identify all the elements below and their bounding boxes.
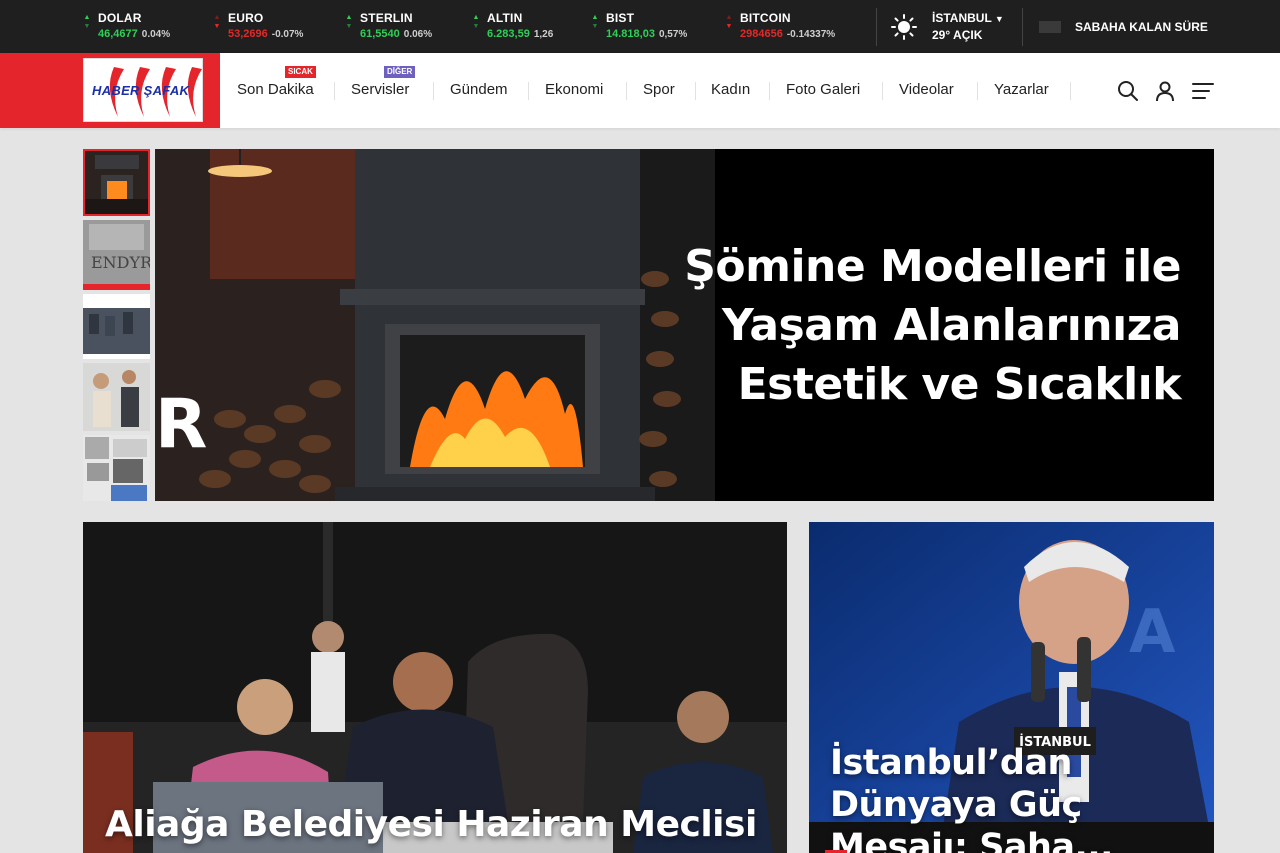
weather-widget[interactable]: İSTANBUL ▼ 29° AÇIK (876, 8, 1004, 46)
ticker-value: 46,4677 0.04% (98, 28, 171, 40)
nav-divider (769, 82, 770, 100)
nav-badge-sicak: SICAK (285, 66, 316, 78)
slider-thumb-interior[interactable] (83, 435, 150, 501)
weather-temperature: 29° AÇIK (932, 28, 983, 42)
trend-arrows-icon: ▲ ▼ (725, 14, 733, 30)
ticker-name: DOLAR (98, 11, 142, 25)
nav-item-foto-galeri[interactable]: Foto Galeri (786, 81, 860, 98)
site-header: HABER ŞAFAK SICAK Son Dakika DİĞER Servi… (0, 53, 1280, 128)
svg-text:A: A (1129, 597, 1176, 667)
ticker-value: 2984656 -0.14337% (740, 28, 836, 40)
logo-area: HABER ŞAFAK (0, 53, 220, 128)
nav-divider (882, 82, 883, 100)
featured-title[interactable]: Şömine Modelleri ile Yaşam Alanlarınıza … (621, 237, 1181, 414)
nav-item-gundem[interactable]: Gündem (450, 81, 508, 98)
site-logo[interactable]: HABER ŞAFAK (83, 58, 203, 122)
news-card-title[interactable]: İstanbul’dan Dünyaya Güç Mesajı: Saha... (830, 742, 1210, 853)
nav-item-yazarlar[interactable]: Yazarlar (994, 81, 1049, 98)
weather-city-select[interactable]: İSTANBUL ▼ (932, 11, 1004, 25)
news-card-title[interactable]: Aliağa Belediyesi Haziran Meclisi (105, 804, 757, 845)
nav-badge-diger: DİĞER (384, 66, 416, 78)
ticker-name: STERLIN (360, 11, 413, 25)
countdown-image (1039, 21, 1061, 33)
trend-arrows-icon: ▲ ▼ (83, 14, 91, 30)
nav-divider (695, 82, 696, 100)
nav-item-videolar[interactable]: Videolar (899, 81, 954, 98)
chevron-down-icon: ▼ (994, 14, 1004, 24)
sun-icon (891, 14, 917, 40)
nav-divider (1070, 82, 1071, 100)
nav-divider (977, 82, 978, 100)
search-icon[interactable] (1116, 79, 1140, 103)
slider-thumbnails: ENDYR (83, 149, 150, 501)
nav-divider (334, 82, 335, 100)
trend-arrows-icon: ▲ ▼ (345, 14, 353, 30)
slider-thumb-fireplace[interactable] (83, 149, 150, 216)
ticker-value: 61,5540 0.06% (360, 28, 433, 40)
countdown-label: SABAHA KALAN SÜRE (1075, 20, 1208, 34)
ticker-name: ALTIN (487, 11, 523, 25)
trend-arrows-icon: ▲ ▼ (472, 14, 480, 30)
ticker-name: BITCOIN (740, 11, 791, 25)
slider-thumb-news[interactable]: ENDYR (83, 220, 150, 290)
trend-arrows-icon: ▲ ▼ (591, 14, 599, 30)
ticker-name: EURO (228, 11, 264, 25)
featured-slide[interactable]: R Şömine Modelleri ile Yaşam Alanlarınız… (155, 149, 1214, 501)
svg-text:R: R (155, 385, 207, 464)
nav-item-son-dakika[interactable]: Son Dakika (237, 81, 314, 98)
logo-text: HABER ŞAFAK (92, 83, 190, 98)
user-icon[interactable] (1153, 79, 1177, 103)
slider-thumb-business[interactable] (83, 363, 150, 431)
ticker-name: BIST (606, 11, 635, 25)
nav-divider (626, 82, 627, 100)
nav-divider (528, 82, 529, 100)
news-card-main[interactable]: Aliağa Belediyesi Haziran Meclisi (83, 522, 787, 853)
news-card-side[interactable]: A İSTANBUL İstanbul’dan Dünyaya Güç Mesa… (809, 522, 1214, 853)
nav-divider (433, 82, 434, 100)
ticker-value: 14.818,03 0,57% (606, 28, 688, 40)
menu-icon[interactable] (1191, 79, 1215, 103)
countdown-widget: SABAHA KALAN SÜRE (1022, 8, 1222, 46)
market-ticker-bar: ▲ ▼ DOLAR 46,4677 0.04% ▲ ▼ EURO 53,2696 -0.… (0, 0, 1280, 53)
slider-thumb-group[interactable] (83, 294, 150, 359)
ticker-value: 53,2696 -0.07% (228, 28, 304, 40)
trend-arrows-icon: ▲ ▼ (213, 14, 221, 30)
nav-item-ekonomi[interactable]: Ekonomi (545, 81, 603, 98)
ticker-value: 6.283,59 1,26 (487, 28, 554, 40)
nav-item-spor[interactable]: Spor (643, 81, 675, 98)
nav-item-kadin[interactable]: Kadın (711, 81, 750, 98)
nav-item-servisler[interactable]: Servisler (351, 81, 409, 98)
svg-text:ENDYR: ENDYR (91, 253, 150, 272)
